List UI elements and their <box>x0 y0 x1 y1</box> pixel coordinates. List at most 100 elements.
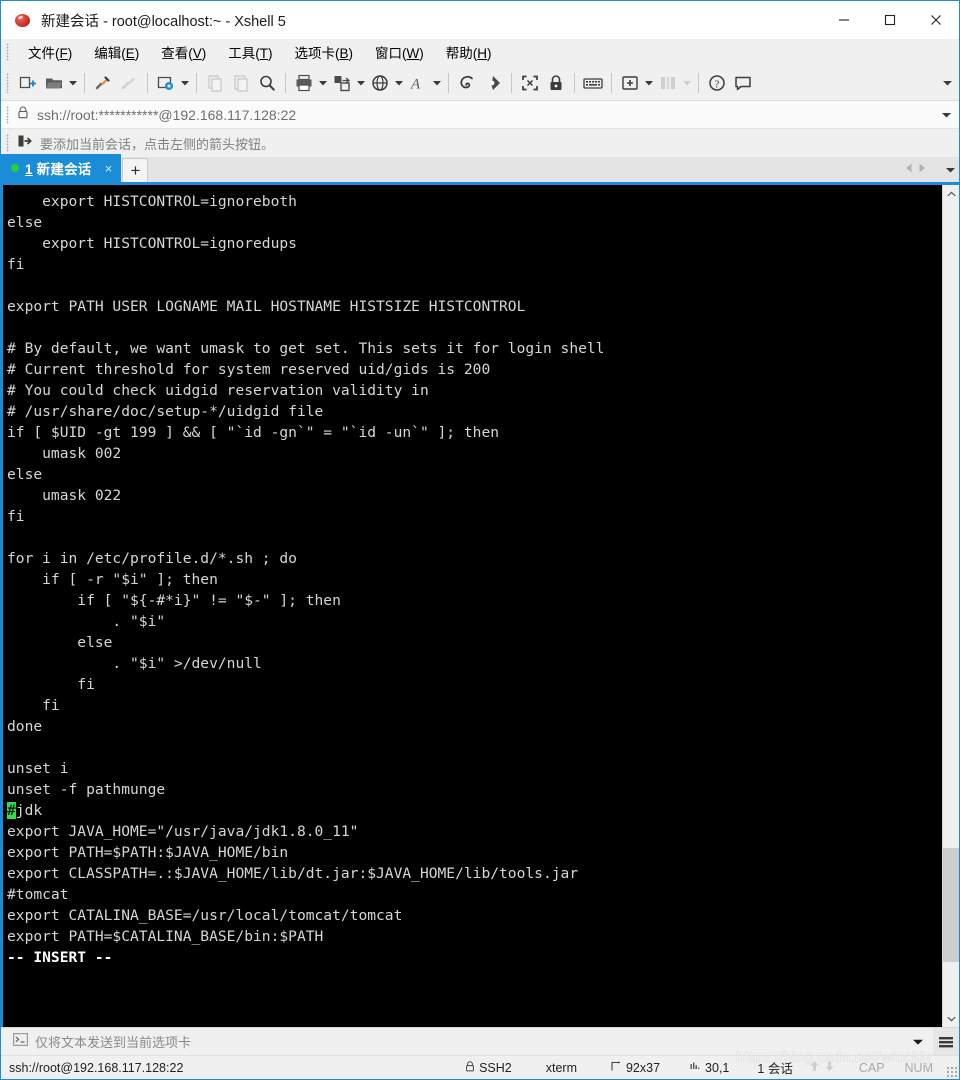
svg-text:A: A <box>410 76 421 92</box>
print-dropdown-icon[interactable] <box>317 69 328 97</box>
menu-bar: 文件(F) 编辑(E) 查看(V) 工具(T) 选项卡(B) 窗口(W) 帮助(… <box>1 39 959 65</box>
globe-icon[interactable] <box>367 69 393 97</box>
status-bar: ssh://root@192.168.117.128:22 SSH2 xterm… <box>1 1055 959 1079</box>
tab-close-icon[interactable]: × <box>101 161 115 176</box>
address-bar[interactable]: ssh://root:***********@192.168.117.128:2… <box>1 101 959 129</box>
terminal-line: if [ $UID -gt 199 ] && [ "`id -gn`" = "`… <box>7 424 500 441</box>
menu-file[interactable]: 文件(F) <box>17 40 83 64</box>
terminal-line: for i in /etc/profile.d/*.sh ; do <box>7 550 297 567</box>
tab-title: 新建会话 <box>36 162 92 177</box>
terminal-line: umask 022 <box>7 487 122 504</box>
open-folder-icon[interactable] <box>41 69 67 97</box>
toolbar-overflow-icon[interactable] <box>939 65 955 101</box>
menu-help-accel: H <box>477 46 488 61</box>
status-position: 30,1 <box>690 1061 729 1075</box>
terminal-line: if [ -r "$i" ]; then <box>7 571 218 588</box>
minimize-button[interactable] <box>821 1 867 39</box>
menu-edit-label: 编辑 <box>94 46 122 61</box>
font-icon[interactable]: A <box>405 69 431 97</box>
xshell-ball-icon <box>13 10 33 30</box>
chevron-left-icon[interactable] <box>905 160 913 178</box>
scroll-down-button[interactable] <box>943 1010 959 1027</box>
tab-label: 1 新建会话 <box>25 158 91 178</box>
scrollbar-thumb[interactable] <box>943 848 959 962</box>
terminal-line: else <box>7 466 43 483</box>
address-input[interactable]: ssh://root:***********@192.168.117.128:2… <box>37 107 296 123</box>
session-properties-icon[interactable] <box>153 69 179 97</box>
status-position-label: 30,1 <box>705 1060 730 1075</box>
menu-window-accel: W <box>406 46 420 61</box>
toolbar-separator <box>196 72 197 93</box>
file-transfer-icon[interactable] <box>329 69 355 97</box>
toolbar-separator <box>448 72 449 93</box>
add-tab-dropdown-icon[interactable] <box>643 69 654 97</box>
connect-plug-icon[interactable] <box>90 69 116 97</box>
log-session-icon[interactable] <box>454 69 480 97</box>
terminal-line: umask 002 <box>7 445 122 462</box>
terminal-cursor: # <box>7 802 16 819</box>
terminal-scrollbar[interactable] <box>942 185 959 1027</box>
add-tab-icon[interactable] <box>617 69 643 97</box>
close-button[interactable] <box>913 1 959 39</box>
address-dropdown-icon[interactable] <box>942 101 951 129</box>
menu-tabs[interactable]: 选项卡(B) <box>284 40 365 64</box>
terminal-line: # You could check uidgid reservation val… <box>7 382 429 399</box>
tab-navigation <box>905 160 955 178</box>
add-session-notice-bar: 要添加当前会话，点击左侧的箭头按钮。 <box>1 129 959 157</box>
find-icon[interactable] <box>254 69 280 97</box>
terminal-line: export PATH=$CATALINA_BASE/bin:$PATH <box>7 928 324 945</box>
resize-grip[interactable] <box>945 1065 957 1077</box>
terminal-output[interactable]: export HISTCONTROL=ignoreboth else export… <box>3 185 942 1027</box>
menu-window[interactable]: 窗口(W) <box>364 40 435 64</box>
menu-edit[interactable]: 编辑(E) <box>83 40 150 64</box>
scrollbar-track[interactable] <box>943 202 959 1010</box>
file-transfer-dropdown-icon[interactable] <box>355 69 366 97</box>
new-session-icon[interactable] <box>15 69 41 97</box>
menu-help-label: 帮助 <box>445 46 473 61</box>
terminal-line: export HISTCONTROL=ignoreboth <box>7 193 297 210</box>
status-size-label: 92x37 <box>625 1060 661 1075</box>
hamburger-menu-icon[interactable] <box>933 1028 959 1056</box>
tab-new-session[interactable]: 1 新建会话 × <box>1 154 122 182</box>
open-folder-dropdown-icon[interactable] <box>67 69 78 97</box>
globe-dropdown-icon[interactable] <box>393 69 404 97</box>
font-dropdown-icon[interactable] <box>431 69 442 97</box>
print-icon[interactable] <box>291 69 317 97</box>
highlight-icon[interactable] <box>480 69 506 97</box>
new-tab-button[interactable]: + <box>122 158 149 182</box>
layout-dropdown-icon <box>681 69 692 97</box>
arrow-up-icon <box>809 1060 820 1075</box>
terminal-line: fi <box>7 697 60 714</box>
terminal-line: export PATH USER LOGNAME MAIL HOSTNAME H… <box>7 298 526 315</box>
fullscreen-icon[interactable] <box>517 69 543 97</box>
menu-tools[interactable]: 工具(T) <box>217 40 283 64</box>
send-text-bar[interactable]: 仅将文本发送到当前选项卡 <box>1 1027 959 1056</box>
lock-icon[interactable] <box>543 69 569 97</box>
menu-tabs-label: 选项卡 <box>294 46 336 61</box>
scroll-up-button[interactable] <box>943 185 959 202</box>
add-session-arrow-icon[interactable] <box>17 134 32 153</box>
tab-list-dropdown-icon[interactable] <box>946 160 955 178</box>
send-text-input[interactable]: 仅将文本发送到当前选项卡 <box>35 1032 191 1051</box>
session-properties-dropdown-icon[interactable] <box>179 69 190 97</box>
menu-help[interactable]: 帮助(H) <box>435 40 503 64</box>
terminal-line: export CATALINA_BASE=/usr/local/tomcat/t… <box>7 907 403 924</box>
chevron-right-icon[interactable] <box>918 160 926 178</box>
terminal-line: -- INSERT -- <box>7 949 113 966</box>
arrow-down-icon <box>824 1060 835 1075</box>
lock-icon <box>465 1060 475 1075</box>
keyboard-icon[interactable] <box>580 69 606 97</box>
terminal-line: unset i <box>7 760 69 777</box>
send-target-dropdown-icon[interactable] <box>903 1039 933 1045</box>
maximize-button[interactable] <box>867 1 913 39</box>
menu-view[interactable]: 查看(V) <box>150 40 217 64</box>
resize-icon <box>611 1061 622 1075</box>
menu-tools-label: 工具 <box>228 46 256 61</box>
cursor-position-icon <box>690 1061 701 1075</box>
menu-view-label: 查看 <box>161 46 189 61</box>
chat-icon[interactable] <box>730 69 756 97</box>
help-icon[interactable]: ? <box>704 69 730 97</box>
terminal-line: export CLASSPATH=.:$JAVA_HOME/lib/dt.jar… <box>7 865 579 882</box>
